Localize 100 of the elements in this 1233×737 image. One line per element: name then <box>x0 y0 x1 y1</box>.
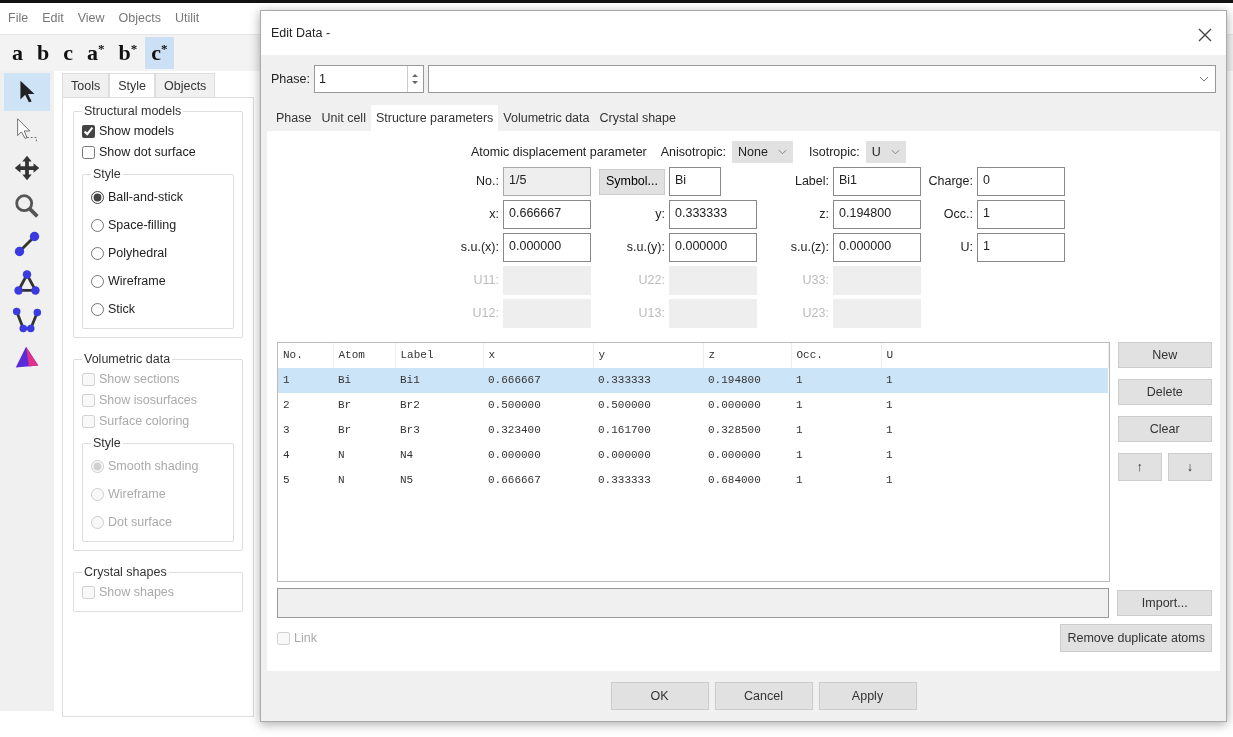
group-title: Style <box>92 435 122 451</box>
field-label: U: <box>959 239 974 257</box>
action-button[interactable]: Clear <box>1117 416 1212 442</box>
input-field[interactable]: 0 <box>977 167 1065 196</box>
field-label: U22: <box>637 272 666 290</box>
table-cell-text: 1 <box>885 448 894 464</box>
menu-item[interactable]: Utilit <box>174 9 200 28</box>
panel-tab[interactable]: Tools <box>62 72 110 97</box>
radio-button[interactable] <box>91 247 104 261</box>
axis-button[interactable]: b$^{*}$ <box>112 36 144 69</box>
import-button[interactable]: Import... <box>1117 590 1212 616</box>
field-label: U23: <box>801 305 830 323</box>
option-label: Space-filling <box>108 217 177 235</box>
phase-dropdown[interactable] <box>427 65 1216 93</box>
input-field[interactable]: 0.194800 <box>833 200 921 229</box>
input-field[interactable]: 1 <box>977 233 1065 262</box>
axis-button[interactable]: c <box>57 36 79 69</box>
phase-spinbox[interactable]: 1 <box>313 65 424 93</box>
chevron-down-icon <box>1199 76 1209 82</box>
table-cell: Bi1 <box>395 368 483 393</box>
anisotropic-label: Anisotropic: <box>660 143 727 161</box>
table-cell: 1 <box>278 368 333 393</box>
tab[interactable]: Structure parameters <box>370 105 499 131</box>
axis-button[interactable]: b <box>31 36 56 69</box>
action-button[interactable]: Delete <box>1117 379 1212 405</box>
table-cell-text: 1 <box>795 473 804 489</box>
radio-button[interactable] <box>91 275 104 289</box>
option-label: Show models <box>99 122 175 140</box>
field-label: Label: <box>793 173 830 191</box>
group-title: Crystal shapes <box>83 564 168 580</box>
chevron-down-icon <box>778 149 787 155</box>
group-title: Style <box>92 166 122 182</box>
dialog-button[interactable]: Cancel <box>714 682 813 710</box>
axis-button[interactable]: a <box>6 36 29 69</box>
table-cell: 0.000000 <box>703 393 791 418</box>
option-label: Stick <box>108 301 136 319</box>
radio-button[interactable] <box>91 303 104 317</box>
section-title: Atomic displacement parameter <box>471 143 647 161</box>
input-field[interactable]: 0.000000 <box>833 233 921 262</box>
table-cell-text: 1 <box>795 448 804 464</box>
table-cell-text: 1 <box>885 423 894 439</box>
table-cell-text: 0.323400 <box>487 423 542 439</box>
field-label: U13: <box>637 305 666 323</box>
remove-duplicates-button[interactable]: Remove duplicate atoms <box>1060 624 1212 652</box>
input-field[interactable]: 0.000000 <box>669 233 757 262</box>
move-down-button[interactable]: ↓ <box>1167 453 1212 481</box>
axis-button[interactable]: a$^{*}$ <box>81 36 111 69</box>
table-cell-text: 1 <box>885 473 894 489</box>
table-cell: 1 <box>881 368 1108 393</box>
menu-item[interactable]: Edit <box>42 9 64 28</box>
menu-item[interactable]: File <box>8 9 29 28</box>
phase-label: Phase: <box>271 70 310 88</box>
axis-button[interactable]: c$^{*}$ <box>145 36 174 69</box>
field-label: s.u.(y): <box>625 239 666 257</box>
spin-arrows-icon[interactable] <box>411 72 420 86</box>
field-label: Charge: <box>927 173 974 191</box>
table-cell-text: N <box>337 473 346 489</box>
radio-button[interactable] <box>91 191 104 205</box>
input-field[interactable]: 0.000000 <box>503 233 591 262</box>
table-cell: 0.194800 <box>703 368 791 393</box>
field-label: No.: <box>475 173 500 191</box>
option-label: Show sections <box>99 370 180 388</box>
input-field[interactable]: Bi1 <box>833 167 921 196</box>
option-label: Surface coloring <box>99 412 190 430</box>
dialog-button[interactable]: OK <box>610 682 709 710</box>
isotropic-dropdown[interactable]: U <box>865 140 906 164</box>
table-cell: 0.666667 <box>483 368 593 393</box>
dialog-button[interactable]: Apply <box>818 682 917 710</box>
input-field[interactable]: 0.666667 <box>503 200 591 229</box>
option-label: Show dot surface <box>99 143 196 161</box>
input-field[interactable]: Bi <box>669 167 721 196</box>
input-field[interactable]: 0.333333 <box>669 200 757 229</box>
panel-tab[interactable]: Objects <box>155 72 216 97</box>
field-label: Occ.: <box>942 206 974 224</box>
checkbox[interactable] <box>82 124 95 138</box>
table-cell-text: 0.000000 <box>707 448 762 464</box>
move-up-button[interactable]: ↑ <box>1117 453 1162 481</box>
table-cell-text: 0.328500 <box>707 423 762 439</box>
radio-button[interactable] <box>91 219 104 233</box>
panel-tab[interactable]: Style <box>109 72 155 97</box>
field-label: s.u.(z): <box>789 239 830 257</box>
table-cell: Bi <box>333 368 395 393</box>
table-cell: Br2 <box>395 393 483 418</box>
menu-item[interactable]: Objects <box>118 9 161 28</box>
checkbox[interactable] <box>82 145 95 159</box>
action-button[interactable]: New <box>1117 342 1212 368</box>
anisotropic-dropdown[interactable]: None <box>732 140 793 164</box>
table-cell-text: 0.000000 <box>597 448 652 464</box>
table-cell-text: 1 <box>795 423 804 439</box>
field-label: U12: <box>471 305 500 323</box>
table-cell-text: 0.684000 <box>707 473 762 489</box>
option-label: Show isosurfaces <box>99 391 197 409</box>
menu-item[interactable]: View <box>77 9 105 28</box>
symbol-button[interactable]: Symbol... <box>598 168 665 195</box>
field-label: x: <box>488 206 500 224</box>
option-label: Dot surface <box>108 514 172 532</box>
option-label: Ball-and-stick <box>108 189 184 207</box>
input-field: 1/5 <box>503 167 591 196</box>
input-field[interactable]: 1 <box>977 200 1065 229</box>
option-label: Smooth shading <box>108 458 199 476</box>
